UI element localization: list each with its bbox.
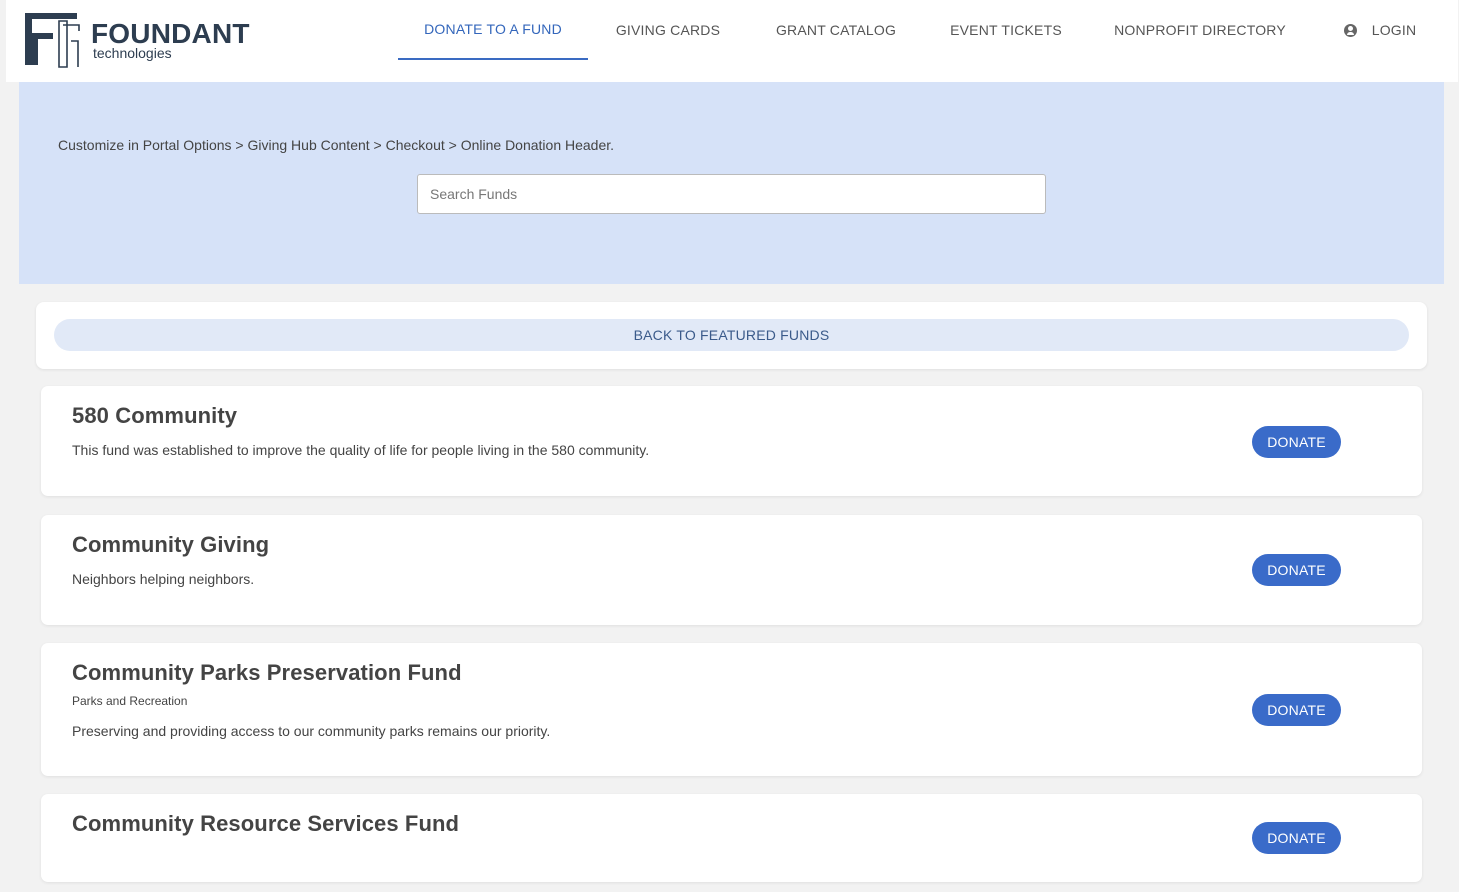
foundant-logo[interactable]: FOUNDANT technologies <box>23 11 253 69</box>
fund-card: Community Resource Services Fund DONATE <box>41 794 1422 882</box>
foundant-logo-mark-icon <box>25 13 80 68</box>
login-label: LOGIN <box>1371 22 1417 38</box>
donate-button[interactable]: DONATE <box>1252 554 1341 586</box>
donate-button[interactable]: DONATE <box>1252 694 1341 726</box>
back-to-featured-funds-button[interactable]: BACK TO FEATURED FUNDS <box>54 319 1409 351</box>
fund-description: Neighbors helping neighbors. <box>72 571 255 587</box>
nav-giving-cards[interactable]: GIVING CARDS <box>602 0 734 60</box>
back-card: BACK TO FEATURED FUNDS <box>36 302 1427 369</box>
fund-title: Community Resource Services Fund <box>72 811 460 836</box>
fund-description: Preserving and providing access to our c… <box>72 723 551 739</box>
donation-header: Customize in Portal Options > Giving Hub… <box>19 82 1444 284</box>
donate-button[interactable]: DONATE <box>1252 822 1341 854</box>
top-navigation-bar: FOUNDANT technologies DONATE TO A FUND G… <box>6 0 1458 82</box>
fund-category: Parks and Recreation <box>72 694 188 708</box>
nav-donate-to-a-fund[interactable]: DONATE TO A FUND <box>398 0 588 60</box>
nav-login[interactable]: LOGIN <box>1330 0 1430 60</box>
nav-nonprofit-directory[interactable]: NONPROFIT DIRECTORY <box>1106 0 1294 60</box>
fund-title: 580 Community <box>72 403 238 428</box>
fund-card: Community Giving Neighbors helping neigh… <box>41 515 1422 625</box>
brand-tagline: technologies <box>93 45 172 61</box>
fund-card: Community Parks Preservation Fund Parks … <box>41 643 1422 776</box>
fund-title: Community Giving <box>72 532 270 557</box>
donate-button[interactable]: DONATE <box>1252 426 1341 458</box>
search-funds-input[interactable] <box>417 174 1046 214</box>
nav-grant-catalog[interactable]: GRANT CATALOG <box>766 0 906 60</box>
fund-title: Community Parks Preservation Fund <box>72 660 462 685</box>
fund-card: 580 Community This fund was established … <box>41 386 1422 496</box>
fund-description: This fund was established to improve the… <box>72 442 650 458</box>
user-circle-icon <box>1343 23 1357 37</box>
header-text: Customize in Portal Options > Giving Hub… <box>58 137 615 153</box>
nav-event-tickets[interactable]: EVENT TICKETS <box>940 0 1072 60</box>
